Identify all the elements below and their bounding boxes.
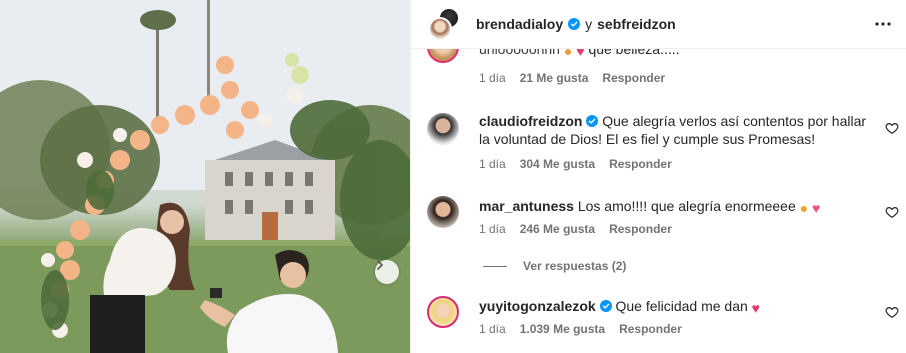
verified-badge-icon <box>599 300 612 312</box>
reply-button[interactable]: Responder <box>609 157 672 171</box>
carousel-next-button[interactable] <box>375 260 399 284</box>
comment-text: uniooooohhh ● ♥ que belleza..... <box>479 49 869 69</box>
comment-time[interactable]: 1 día <box>479 322 506 336</box>
reply-button[interactable]: Responder <box>619 322 682 336</box>
chevron-right-icon <box>377 260 383 270</box>
comment-likes[interactable]: 304 Me gusta <box>520 157 595 171</box>
heart-emoji-icon: ♥ <box>576 49 585 59</box>
comment-likes[interactable]: 1.039 Me gusta <box>520 322 605 336</box>
post-side-panel: brendadialoy y sebfreidzon uniooooohhh ●… <box>410 0 906 353</box>
heart-outline-icon[interactable] <box>885 305 899 319</box>
comment-username[interactable]: claudiofreidzon <box>479 113 582 129</box>
heart-outline-icon[interactable] <box>885 121 899 135</box>
post-authors: brendadialoy y sebfreidzon <box>476 16 676 32</box>
comment-username[interactable]: yuyitogonzalezok <box>479 298 596 314</box>
verified-badge-icon <box>568 18 581 30</box>
comment-text: mar_antuness Los amo!!!! que alegría eno… <box>479 198 821 216</box>
collab-avatars[interactable] <box>426 3 468 45</box>
heart-outline-icon[interactable] <box>885 205 899 219</box>
emoji-icon: ● <box>563 49 573 59</box>
reply-button[interactable]: Responder <box>602 71 665 85</box>
comment-time[interactable]: 1 día <box>479 222 506 236</box>
comment-meta: 1 día 21 Me gusta Responder <box>479 71 665 85</box>
sparkling-heart-emoji-icon: ♥ <box>812 200 821 216</box>
avatar[interactable] <box>427 196 459 228</box>
avatar[interactable] <box>427 296 459 328</box>
comments-list: uniooooohhh ● ♥ que belleza..... 1 día 2… <box>411 49 906 353</box>
authors-conjunction: y <box>585 16 593 32</box>
heart-emoji-icon: ♥ <box>751 300 760 316</box>
avatar[interactable] <box>427 113 459 145</box>
comment-meta: 1 día 246 Me gusta Responder <box>479 222 672 236</box>
avatar <box>428 17 452 41</box>
crying-face-emoji-icon: ● <box>799 200 809 216</box>
reply-button[interactable]: Responder <box>609 222 672 236</box>
comment-meta: 1 día 304 Me gusta Responder <box>479 157 672 171</box>
comment-likes[interactable]: 246 Me gusta <box>520 222 595 236</box>
post-photo <box>0 0 410 353</box>
avatar[interactable] <box>427 49 459 63</box>
post-header: brendadialoy y sebfreidzon <box>411 0 906 49</box>
comment-username[interactable]: mar_antuness <box>479 198 574 214</box>
comment-text: claudiofreidzon Que alegría verlos así c… <box>479 113 867 147</box>
comment-likes[interactable]: 21 Me gusta <box>520 71 589 85</box>
more-options-button[interactable] <box>873 14 893 34</box>
view-replies-button[interactable]: Ver respuestas (2) <box>483 259 626 273</box>
verified-badge-icon <box>586 115 599 127</box>
comment-time[interactable]: 1 día <box>479 157 506 171</box>
comment-text: yuyitogonzalezok Que felicidad me dan ♥ <box>479 298 760 316</box>
proposal-scene-illustration <box>0 0 410 353</box>
divider <box>483 265 507 267</box>
comment-meta: 1 día 1.039 Me gusta Responder <box>479 322 682 336</box>
coauthor-link[interactable]: sebfreidzon <box>597 16 676 32</box>
comment-time[interactable]: 1 día <box>479 71 506 85</box>
more-horizontal-icon <box>875 22 891 26</box>
author-link[interactable]: brendadialoy <box>476 16 563 32</box>
